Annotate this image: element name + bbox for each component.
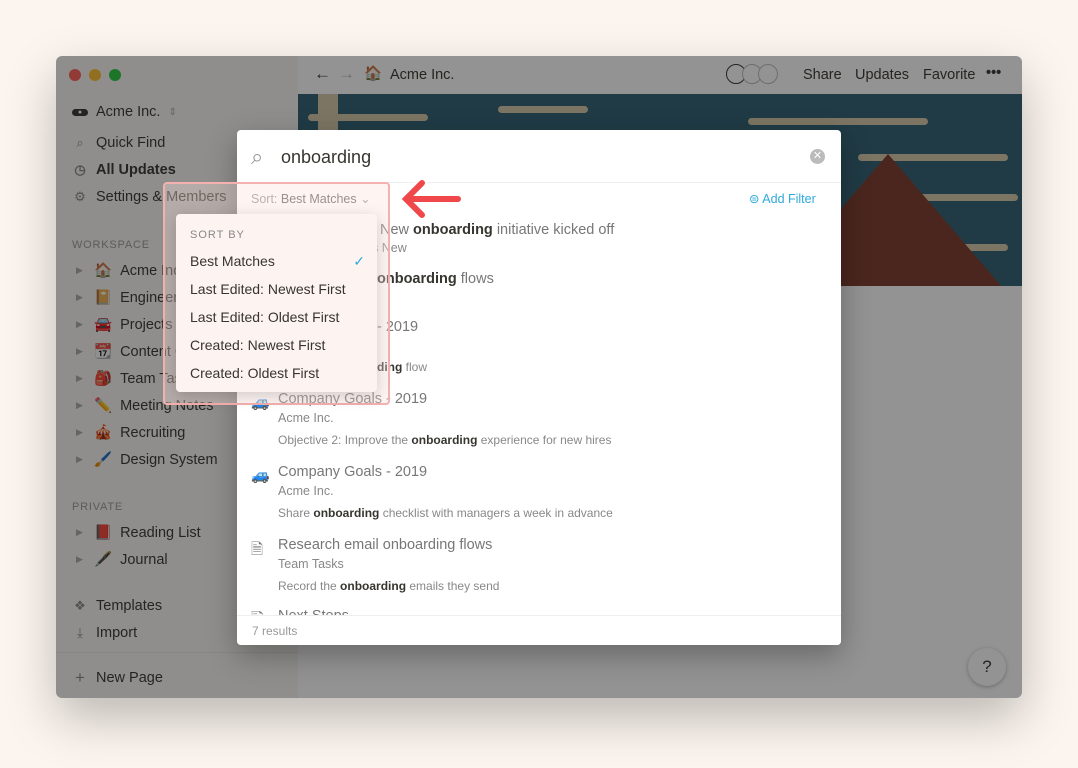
result-snippet: Objective 2: Improve the onboarding expe… bbox=[278, 433, 612, 447]
label: Last Edited: Oldest First bbox=[190, 309, 340, 325]
sort-option[interactable]: Best Matches ✓ bbox=[190, 253, 365, 269]
label: Last Edited: Newest First bbox=[190, 281, 346, 297]
sort-option[interactable]: Created: Newest First bbox=[190, 337, 365, 353]
label: Best Matches bbox=[190, 253, 275, 269]
result-subtitle: Acme Inc. bbox=[278, 484, 334, 498]
search-icon: ⌕ bbox=[251, 144, 264, 169]
search-result[interactable]: 🗎 Research email onboarding flows Team T… bbox=[237, 537, 841, 607]
label: Created: Oldest First bbox=[190, 365, 320, 381]
result-title: Company Goals - 2019 bbox=[278, 464, 428, 480]
filter-icon: ⊜ bbox=[749, 192, 760, 206]
result-snippet: Share onboarding checklist with managers… bbox=[278, 506, 613, 520]
sort-menu-heading: SORT BY bbox=[190, 229, 245, 241]
sort-option[interactable]: Created: Oldest First bbox=[190, 365, 365, 381]
search-result[interactable]: onboarding flows bbox=[377, 271, 494, 287]
label: Add Filter bbox=[762, 192, 816, 206]
sort-menu: SORT BY Best Matches ✓ Last Edited: Newest… bbox=[176, 214, 377, 392]
result-subtitle: Acme Inc. bbox=[278, 411, 334, 425]
checkmark-icon: ✓ bbox=[353, 253, 365, 269]
annotation-arrow-icon bbox=[398, 178, 464, 220]
add-filter-button[interactable]: ⊜ Add Filter bbox=[749, 191, 816, 206]
search-input[interactable] bbox=[281, 144, 801, 170]
page-icon: 🗎 bbox=[251, 541, 264, 558]
label: Created: Newest First bbox=[190, 337, 326, 353]
car-emoji-icon: 🚙 bbox=[251, 467, 270, 484]
search-result[interactable]: New onboarding initiative kicked off bbox=[380, 222, 614, 238]
result-subtitle: Team Tasks bbox=[278, 557, 344, 571]
result-snippet: Record the onboarding emails they send bbox=[278, 579, 500, 593]
result-title: Research email onboarding flows bbox=[278, 537, 493, 553]
results-count: 7 results bbox=[237, 615, 841, 645]
sort-option[interactable]: Last Edited: Oldest First bbox=[190, 309, 365, 325]
clear-search-icon[interactable]: ✕ bbox=[810, 149, 825, 164]
search-result[interactable]: 🚙 Company Goals - 2019 Acme Inc. Share o… bbox=[237, 464, 841, 534]
sort-option[interactable]: Last Edited: Newest First bbox=[190, 281, 365, 297]
